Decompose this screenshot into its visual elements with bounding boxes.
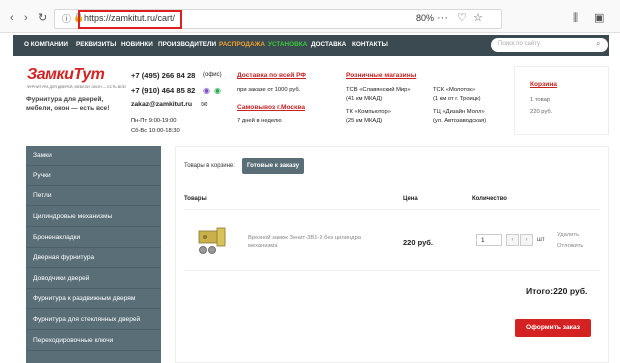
sidebar-item-armor-plates[interactable]: Броненакладки [26,228,161,248]
tagline: Фурнитура для дверей, мебели, окон — ест… [26,96,110,112]
bookmark-star-icon[interactable]: ☆ [473,11,483,25]
quantity-unit: шт [537,237,545,243]
whatsapp-icon[interactable]: ◉ [214,86,221,95]
info-icon[interactable]: ⓘ [62,12,71,25]
cart-count: 1 товар [530,97,551,103]
sidebar-item-hinges[interactable]: Петли [26,186,161,206]
column-header-quantity: Количество [472,196,507,202]
pickup-link[interactable]: Самовывоз г.Москва [237,104,305,111]
store-location: (1 км от г. Троицк) [433,96,481,102]
nav-delivery[interactable]: ДОСТАВКА [311,41,346,48]
sidebar-item-door-hardware[interactable]: Дверная фурнитура [26,248,161,268]
nav-installation[interactable]: УСТАНОВКА [268,41,307,48]
hours-weekend: Сб-Вс 10:00-18:30 [131,128,180,134]
forward-icon[interactable]: › [24,11,28,25]
nav-new[interactable]: НОВИНКИ [121,41,153,48]
divider [184,270,600,271]
delete-link[interactable]: Удалить [557,232,579,238]
column-header-price: Цена [403,196,418,202]
catalog-sidebar: Замки Ручки Петли Цилиндровые механизмы … [26,146,161,363]
store-location: (41 км МКАД) [346,96,383,102]
library-icon[interactable]: ⫼ [573,11,578,25]
logo-subtitle: ФУРНИТУРА ДЛЯ ДВЕРЕЙ, МЕБЕЛИ, ОКОН — ЕСТ… [27,85,127,89]
in-cart-label: Товары в корзине: [184,163,235,169]
product-image[interactable] [196,225,232,255]
delivery-link[interactable]: Доставка по всей РФ [237,72,306,79]
sidebar-item-sliding-doors[interactable]: Фурнитура к раздвижным дверям [26,289,161,309]
column-header-products: Товары [184,196,207,202]
cart-total: Итого:220 руб. [526,286,588,296]
sidebar-item-cylinders[interactable]: Цилиндровые механизмы [26,207,161,227]
store-name[interactable]: ТЦ «Дизайн Молл» [433,109,485,115]
sidebar-item-locks[interactable]: Замки [26,146,161,166]
pickup-text: 7 дней в неделю [237,118,282,124]
more-icon[interactable]: ··· [437,11,448,25]
search-placeholder: Поиск по сайту [498,41,541,47]
mini-cart[interactable] [514,66,609,135]
site-logo[interactable]: ЗамкиТут [27,66,105,84]
phone-office-note: (офис) [203,72,222,78]
reload-icon[interactable]: ↻ [38,11,47,25]
tab-ready-to-order[interactable]: Готовые к заказу [242,158,304,174]
product-name[interactable]: Врезной замок Зенит-3В1-2 без цилиндра м… [248,234,378,250]
phone-office[interactable]: +7 (495) 266 84 28 [131,71,195,80]
zoom-level[interactable]: 80% [416,13,434,23]
email-link[interactable]: zakaz@zamkitut.ru [131,101,192,108]
sidebar-item-recoding-keys[interactable]: Переходировочные ключи [26,331,161,351]
pocket-icon[interactable]: ♡ [457,11,467,25]
quantity-decrease-button[interactable]: ‹ [506,234,519,246]
hours-weekdays: Пн-Пт 9:00-19:00 [131,118,177,124]
nav-about[interactable]: О КОМПАНИИ [24,41,68,48]
checkout-button[interactable]: Оформить заказ [515,319,591,337]
search-icon[interactable]: ⌕ [596,39,600,49]
store-name[interactable]: ТСВ «Славянский Мир» [346,87,411,93]
cart-link[interactable]: Корзина [530,81,557,88]
nav-sale[interactable]: РАСПРОДАЖА [219,41,265,48]
store-location: (ул. Автозаводская) [433,118,487,124]
product-price: 220 руб. [403,238,433,247]
viber-icon[interactable]: ◉ [203,86,210,95]
delivery-text: при заказе от 1000 руб. [237,87,301,93]
postpone-link[interactable]: Отложить [557,243,583,249]
divider [184,209,600,210]
cart-sum: 220 руб. [530,109,553,115]
sidebar-toggle-icon[interactable]: ▣ [594,11,604,25]
envelope-icon[interactable]: ✉ [201,100,208,109]
back-icon[interactable]: ‹ [10,11,14,25]
nav-manufacturers[interactable]: ПРОИЗВОДИТЕЛИ [158,41,216,48]
quantity-input[interactable]: 1 [476,234,502,246]
nav-requisites[interactable]: РЕКВИЗИТЫ [76,41,116,48]
store-name[interactable]: ТСК «Молоток» [433,87,475,93]
store-location: (25 км МКАД) [346,118,383,124]
nav-contacts[interactable]: КОНТАКТЫ [352,41,388,48]
quantity-increase-button[interactable]: › [520,234,533,246]
phone-mobile[interactable]: +7 (910) 464 85 82 [131,86,195,95]
sidebar-item-glass-doors[interactable]: Фурнитура для стеклянных дверей [26,310,161,330]
sidebar-item-door-closers[interactable]: Доводчики дверей [26,269,161,289]
url-highlight [78,10,182,29]
sidebar-item-handles[interactable]: Ручки [26,166,161,186]
store-name[interactable]: ТК «Компьютор» [346,109,391,115]
stores-link[interactable]: Розничные магазины [346,72,416,79]
